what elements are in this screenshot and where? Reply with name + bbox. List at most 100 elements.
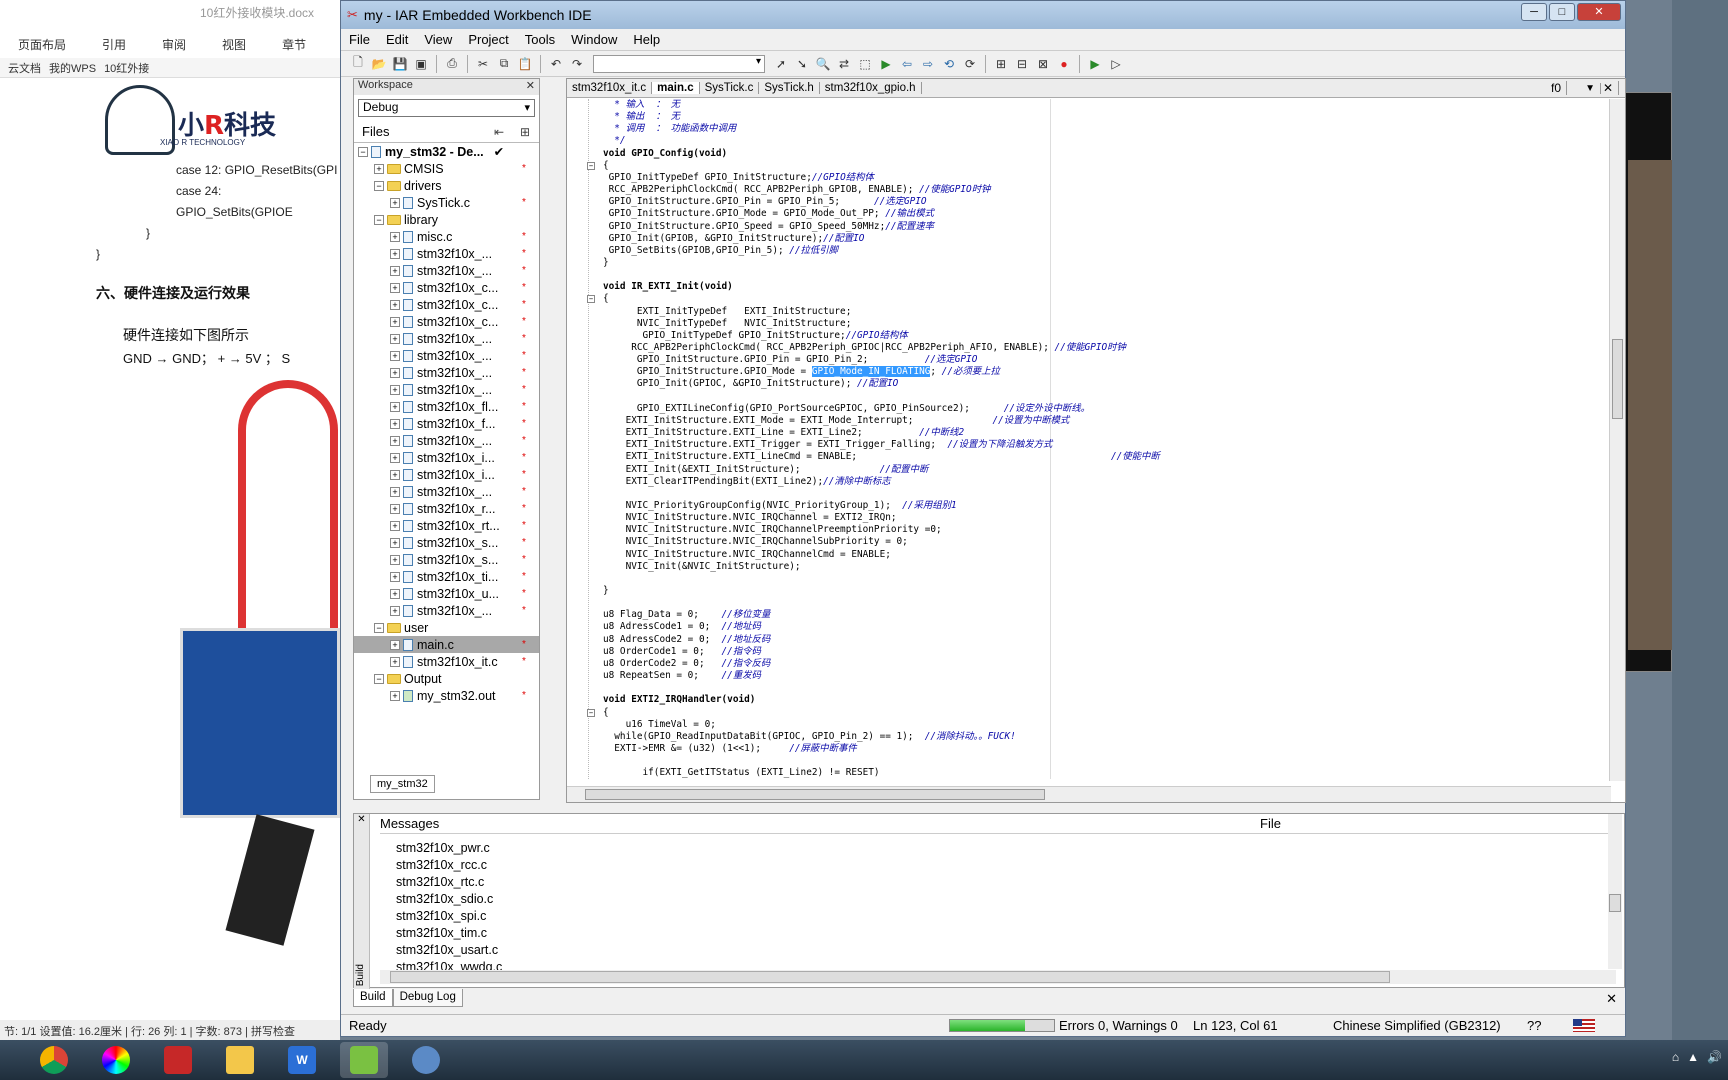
wps-tab[interactable]: 云文档 — [8, 60, 41, 76]
menu-item-window[interactable]: Window — [563, 32, 625, 47]
wps-menu-item[interactable]: 章节 — [264, 36, 324, 53]
collapse-icon[interactable]: − — [358, 146, 368, 157]
tree-file[interactable]: + stm32f10x_i... * — [354, 449, 539, 466]
output-tab[interactable]: Debug Log — [392, 989, 463, 1007]
expand-icon[interactable]: + — [390, 503, 400, 514]
wps-tab[interactable]: 10红外接 — [104, 60, 149, 76]
find-combo[interactable] — [593, 54, 765, 73]
file-column[interactable]: File — [1260, 816, 1281, 831]
wps-menu-item[interactable]: 审阅 — [144, 36, 204, 53]
message-item[interactable]: stm32f10x_sdio.c — [396, 891, 502, 908]
goto-icon[interactable]: ⬚ — [856, 55, 874, 73]
fold-marker-icon[interactable]: − — [587, 708, 595, 717]
compile-icon[interactable]: ⊞ — [992, 55, 1010, 73]
menu-item-project[interactable]: Project — [460, 32, 516, 47]
iar-ide-icon[interactable] — [340, 1042, 388, 1078]
menu-item-help[interactable]: Help — [625, 32, 668, 47]
title-bar[interactable]: ✂ my - IAR Embedded Workbench IDE ─ □ ✕ — [341, 1, 1625, 29]
expand-icon[interactable]: + — [390, 571, 400, 582]
editor-tab[interactable]: stm32f10x_it.c — [567, 82, 653, 94]
tray-icon[interactable]: ⌂ — [1672, 1050, 1679, 1064]
expand-icon[interactable]: + — [390, 690, 400, 701]
expand-icon[interactable]: + — [390, 299, 400, 310]
tree-file[interactable]: + stm32f10x_... * — [354, 381, 539, 398]
message-item[interactable]: stm32f10x_rcc.c — [396, 857, 502, 874]
collapse-icon[interactable]: − — [374, 214, 384, 225]
tree-folder[interactable]: − user — [354, 619, 539, 636]
close-icon[interactable]: ✕ — [354, 814, 369, 825]
menu-item-file[interactable]: File — [341, 32, 378, 47]
tree-file[interactable]: − my_stm32 - De... ✔ — [354, 143, 539, 160]
find-prev-icon[interactable]: ➘ — [793, 55, 811, 73]
open-icon[interactable]: 📂 — [370, 55, 388, 73]
tree-file[interactable]: + stm32f10x_c... * — [354, 279, 539, 296]
minimize-button[interactable]: ─ — [1521, 3, 1547, 21]
message-item[interactable]: stm32f10x_usart.c — [396, 942, 502, 959]
close-icon[interactable]: ✕ — [1606, 991, 1617, 1007]
collapse-icon[interactable]: − — [374, 180, 384, 191]
wps-pdf-icon[interactable] — [154, 1042, 202, 1078]
collapse-icon[interactable]: − — [374, 673, 384, 684]
editor-vertical-scrollbar[interactable] — [1609, 99, 1625, 781]
debug-without-download-icon[interactable]: ▷ — [1107, 55, 1125, 73]
tree-file[interactable]: + my_stm32.out * — [354, 687, 539, 704]
expand-icon[interactable]: + — [390, 486, 400, 497]
new-file-icon[interactable]: 🗋 — [349, 55, 367, 73]
cut-icon[interactable]: ✂ — [474, 55, 492, 73]
tree-folder[interactable]: − Output — [354, 670, 539, 687]
color-picker-icon[interactable] — [92, 1042, 140, 1078]
message-item[interactable]: stm32f10x_tim.c — [396, 925, 502, 942]
tree-file[interactable]: + stm32f10x_f... * — [354, 415, 539, 432]
message-item[interactable]: stm32f10x_pwr.c — [396, 840, 502, 857]
tree-file[interactable]: + stm32f10x_fl... * — [354, 398, 539, 415]
paste-icon[interactable]: 📋 — [516, 55, 534, 73]
expand-icon[interactable]: + — [390, 520, 400, 531]
collapse-icon[interactable]: ⇤ — [494, 125, 504, 139]
expand-icon[interactable]: + — [390, 605, 400, 616]
expand-icon[interactable]: + — [390, 435, 400, 446]
expand-icon[interactable]: + — [390, 248, 400, 259]
prev-bookmark-icon[interactable]: ⇦ — [898, 55, 916, 73]
wps-menu-item[interactable]: 引用 — [84, 36, 144, 53]
find-next-icon[interactable]: ➚ — [772, 55, 790, 73]
tree-file[interactable]: + stm32f10x_... * — [354, 245, 539, 262]
webcam-icon[interactable] — [402, 1042, 450, 1078]
message-item[interactable]: stm32f10x_spi.c — [396, 908, 502, 925]
tree-file[interactable]: + stm32f10x_... * — [354, 330, 539, 347]
tree-file[interactable]: + stm32f10x_r... * — [354, 500, 539, 517]
expand-icon[interactable]: + — [390, 197, 400, 208]
tree-file[interactable]: + SysTick.c * — [354, 194, 539, 211]
breakpoint-icon[interactable]: ● — [1055, 55, 1073, 73]
editor-tab[interactable]: SysTick.c — [700, 82, 760, 94]
editor-tab[interactable]: stm32f10x_gpio.h — [820, 82, 922, 94]
fold-marker-icon[interactable]: − — [587, 161, 595, 170]
tree-file[interactable]: + stm32f10x_... * — [354, 364, 539, 381]
tree-file[interactable]: + misc.c * — [354, 228, 539, 245]
speaker-icon[interactable]: 🔊 — [1707, 1050, 1722, 1064]
expand-icon[interactable]: + — [390, 350, 400, 361]
tree-file[interactable]: + stm32f10x_rt... * — [354, 517, 539, 534]
message-item[interactable]: stm32f10x_rtc.c — [396, 874, 502, 891]
explorer-icon[interactable] — [216, 1042, 264, 1078]
wps-writer-icon[interactable]: W — [278, 1042, 326, 1078]
close-button[interactable]: ✕ — [1577, 3, 1621, 21]
expand-icon[interactable]: + — [390, 384, 400, 395]
expand-icon[interactable]: + — [374, 163, 384, 174]
editor-tab[interactable]: SysTick.h — [759, 82, 820, 94]
output-tab[interactable]: Build — [353, 989, 393, 1007]
chrome-icon[interactable] — [30, 1042, 78, 1078]
tray-icon[interactable]: ▲ — [1687, 1050, 1699, 1064]
wps-menu-item[interactable]: 视图 — [204, 36, 264, 53]
tree-file[interactable]: + stm32f10x_s... * — [354, 551, 539, 568]
messages-horizontal-scrollbar[interactable] — [380, 970, 1616, 984]
expand-icon[interactable]: + — [390, 656, 400, 667]
expand-icon[interactable]: + — [390, 469, 400, 480]
copy-icon[interactable]: ⧉ — [495, 55, 513, 73]
tree-file[interactable]: + stm32f10x_i... * — [354, 466, 539, 483]
tree-file[interactable]: + stm32f10x_... * — [354, 432, 539, 449]
expand-icon[interactable]: + — [390, 282, 400, 293]
expand-icon[interactable]: + — [390, 537, 400, 548]
expand-icon[interactable]: + — [390, 333, 400, 344]
make-icon[interactable]: ⊟ — [1013, 55, 1031, 73]
stop-build-icon[interactable]: ⊠ — [1034, 55, 1052, 73]
